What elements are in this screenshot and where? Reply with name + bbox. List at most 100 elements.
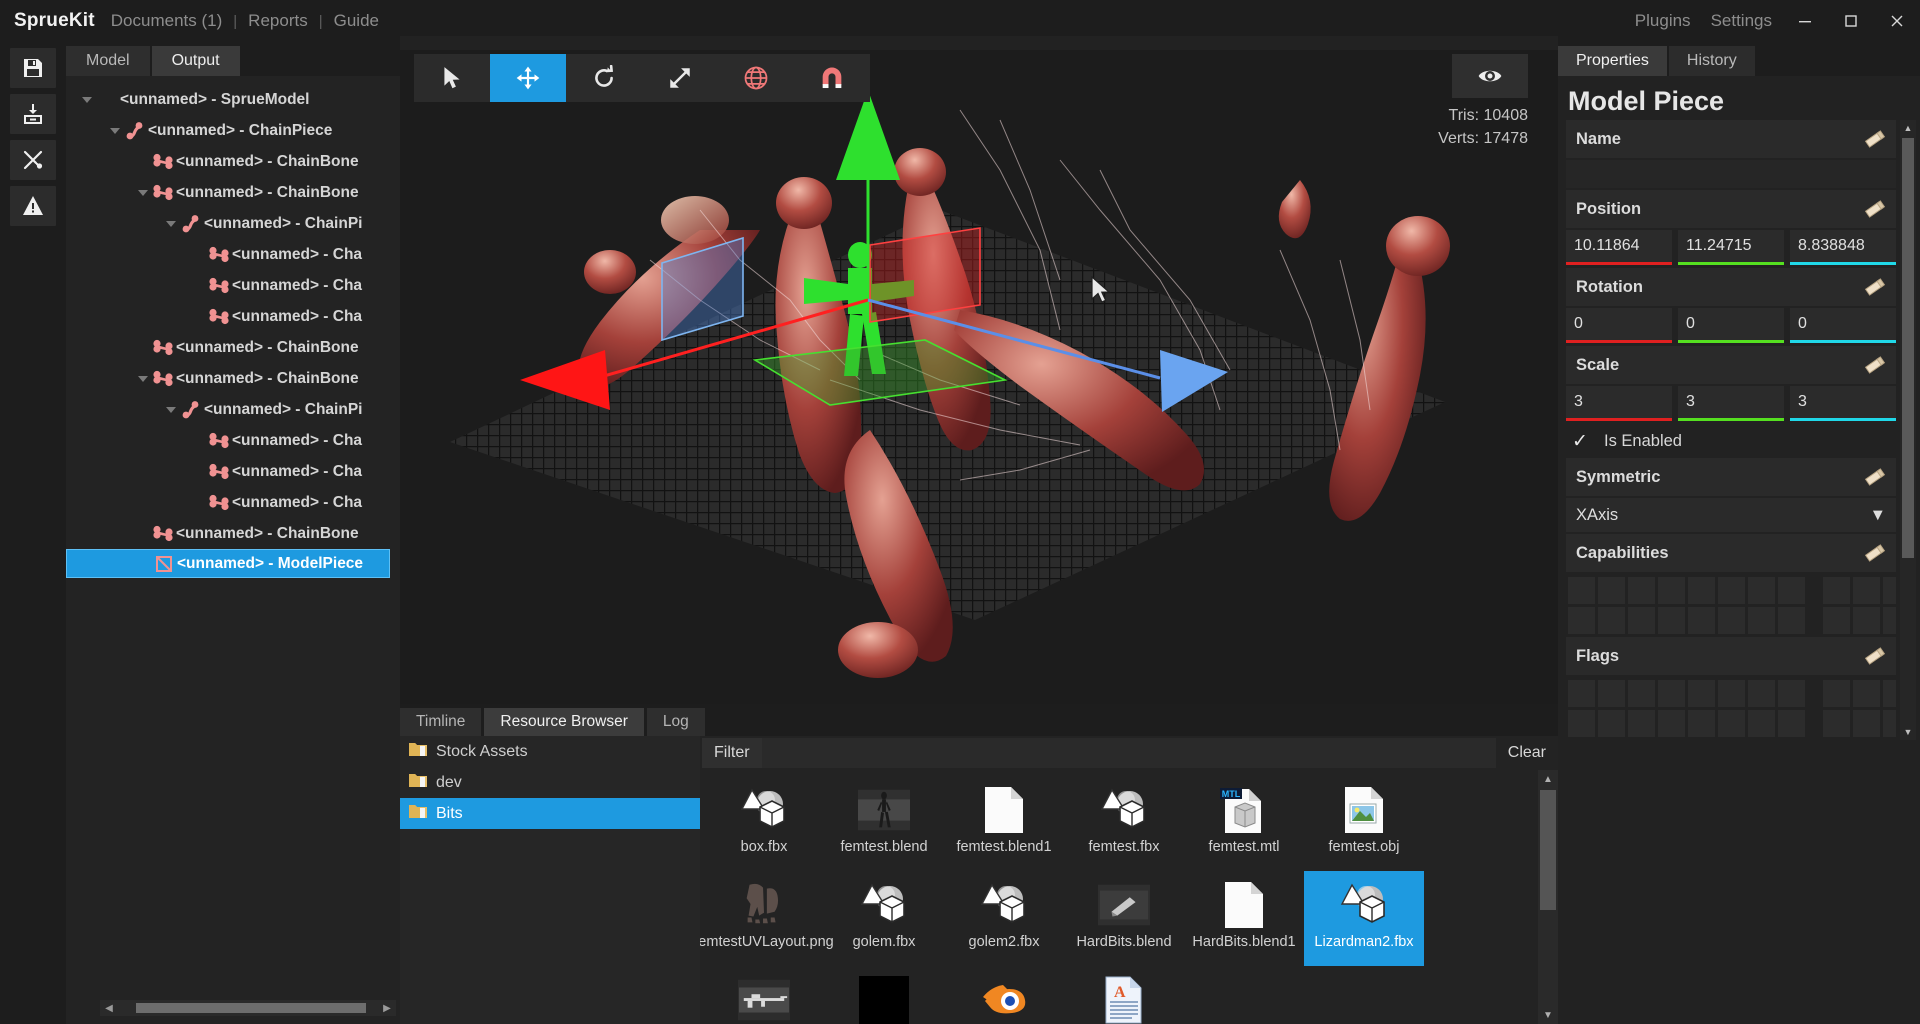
- edit-pencil-icon[interactable]: [1860, 274, 1890, 300]
- tab-model[interactable]: Model: [66, 46, 150, 76]
- scroll-down-button[interactable]: ▼: [1900, 724, 1916, 740]
- scrollbar-thumb[interactable]: [1902, 138, 1914, 558]
- flags-group-a[interactable]: [1568, 680, 1805, 737]
- 3d-viewport[interactable]: [400, 50, 1558, 704]
- tools-icon[interactable]: [10, 140, 56, 180]
- toggle-cell[interactable]: [1598, 680, 1625, 707]
- select-tool[interactable]: [414, 54, 490, 102]
- file-item[interactable]: m160.blend: [704, 966, 824, 1024]
- is-enabled-checkbox[interactable]: ✓: [1568, 429, 1592, 453]
- menu-item-documents[interactable]: Documents (1): [109, 11, 224, 31]
- scroll-up-button[interactable]: ▲: [1900, 120, 1916, 136]
- scale-tool[interactable]: [642, 54, 718, 102]
- toggle-cell[interactable]: [1823, 710, 1850, 737]
- tree-row[interactable]: <unnamed> - ChainBone: [66, 363, 400, 394]
- scrollbar-thumb[interactable]: [1540, 790, 1556, 910]
- properties-scrollbar[interactable]: ▲ ▼: [1900, 120, 1916, 740]
- file-item[interactable]: ATestGraph.xml: [1064, 966, 1184, 1024]
- toggle-cell[interactable]: [1568, 577, 1595, 604]
- model-tree[interactable]: <unnamed> - SprueModel<unnamed> - ChainP…: [66, 76, 400, 978]
- file-item[interactable]: rifle0.blend: [944, 966, 1064, 1024]
- file-item[interactable]: femtest.fbx: [1064, 776, 1184, 871]
- tree-expand-arrow[interactable]: [80, 84, 94, 115]
- tree-row[interactable]: <unnamed> - Cha: [66, 270, 400, 301]
- toggle-cell[interactable]: [1778, 710, 1805, 737]
- scrollbar-thumb[interactable]: [136, 1003, 366, 1013]
- scale-x-input[interactable]: [1566, 386, 1672, 418]
- file-item[interactable]: golem2.fbx: [944, 871, 1064, 966]
- rotate-tool[interactable]: [566, 54, 642, 102]
- toggle-cell[interactable]: [1853, 577, 1880, 604]
- toggle-cell[interactable]: [1718, 607, 1745, 634]
- toggle-cell[interactable]: [1598, 710, 1625, 737]
- tree-expand-arrow[interactable]: [136, 177, 150, 208]
- edit-pencil-icon[interactable]: [1860, 352, 1890, 378]
- edit-pencil-icon[interactable]: [1860, 540, 1890, 566]
- menu-item-reports[interactable]: Reports: [246, 11, 310, 31]
- clear-filter-button[interactable]: Clear: [1496, 738, 1558, 768]
- tree-row[interactable]: <unnamed> - ChainBone: [66, 146, 400, 177]
- toggle-cell[interactable]: [1883, 577, 1896, 604]
- tree-row[interactable]: <unnamed> - ChainPiece: [66, 115, 400, 146]
- file-item[interactable]: MTLfemtest.mtl: [1184, 776, 1304, 871]
- file-item[interactable]: femtestUVLayout.png: [704, 871, 824, 966]
- edit-pencil-icon[interactable]: [1860, 643, 1890, 669]
- toggle-cell[interactable]: [1748, 680, 1775, 707]
- toggle-cell[interactable]: [1688, 680, 1715, 707]
- toggle-cell[interactable]: [1883, 607, 1896, 634]
- tree-row[interactable]: <unnamed> - ChainBone: [66, 177, 400, 208]
- toggle-cell[interactable]: [1853, 607, 1880, 634]
- toggle-cell[interactable]: [1853, 710, 1880, 737]
- toggle-cell[interactable]: [1628, 607, 1655, 634]
- toggle-cell[interactable]: [1823, 680, 1850, 707]
- folder-tree[interactable]: Stock AssetsdevBits: [400, 736, 700, 1024]
- toggle-cell[interactable]: [1778, 577, 1805, 604]
- magnet-icon[interactable]: [794, 54, 870, 102]
- capabilities-grid[interactable]: [1566, 574, 1896, 637]
- toggle-cell[interactable]: [1658, 680, 1685, 707]
- rotation-x-input[interactable]: [1566, 308, 1672, 340]
- file-item[interactable]: box.fbx: [704, 776, 824, 871]
- maximize-button[interactable]: [1828, 0, 1874, 42]
- tab-log[interactable]: Log: [647, 708, 705, 736]
- tree-row[interactable]: <unnamed> - Cha: [66, 487, 400, 518]
- toggle-cell[interactable]: [1628, 577, 1655, 604]
- toggle-cell[interactable]: [1568, 607, 1595, 634]
- toggle-cell[interactable]: [1598, 577, 1625, 604]
- minimize-button[interactable]: [1782, 0, 1828, 42]
- file-grid[interactable]: box.fbxfemtest.blendfemtest.blend1femtes…: [700, 770, 1536, 1024]
- toggle-cell[interactable]: [1658, 710, 1685, 737]
- tree-row[interactable]: <unnamed> - Cha: [66, 425, 400, 456]
- position-y-input[interactable]: [1678, 230, 1784, 262]
- position-x-input[interactable]: [1566, 230, 1672, 262]
- toggle-cell[interactable]: [1688, 577, 1715, 604]
- file-item[interactable]: normal.png: [824, 966, 944, 1024]
- tree-expand-arrow[interactable]: [164, 394, 178, 425]
- toggle-cell[interactable]: [1568, 680, 1595, 707]
- toggle-cell[interactable]: [1568, 710, 1595, 737]
- tree-row[interactable]: <unnamed> - Cha: [66, 239, 400, 270]
- toggle-cell[interactable]: [1688, 607, 1715, 634]
- file-item[interactable]: HardBits.blend: [1064, 871, 1184, 966]
- import-icon[interactable]: [10, 94, 56, 134]
- toggle-cell[interactable]: [1883, 680, 1896, 707]
- is-enabled-row[interactable]: ✓ Is Enabled: [1566, 424, 1896, 458]
- toggle-cell[interactable]: [1688, 710, 1715, 737]
- tab-resource-browser[interactable]: Resource Browser: [484, 708, 644, 736]
- file-item[interactable]: HardBits.blend1: [1184, 871, 1304, 966]
- toggle-cell[interactable]: [1658, 577, 1685, 604]
- tree-row[interactable]: <unnamed> - ChainPi: [66, 394, 400, 425]
- edit-pencil-icon[interactable]: [1860, 464, 1890, 490]
- tree-expand-arrow[interactable]: [164, 208, 178, 239]
- folder-item[interactable]: Stock Assets: [400, 736, 700, 767]
- toggle-cell[interactable]: [1718, 680, 1745, 707]
- rotation-y-input[interactable]: [1678, 308, 1784, 340]
- folder-item[interactable]: dev: [400, 767, 700, 798]
- rotation-z-input[interactable]: [1790, 308, 1896, 340]
- toggle-cell[interactable]: [1748, 577, 1775, 604]
- flags-group-b[interactable]: [1823, 680, 1896, 737]
- scroll-down-button[interactable]: ▼: [1538, 1006, 1558, 1024]
- globe-icon[interactable]: [718, 54, 794, 102]
- edit-pencil-icon[interactable]: [1860, 196, 1890, 222]
- toggle-cell[interactable]: [1658, 607, 1685, 634]
